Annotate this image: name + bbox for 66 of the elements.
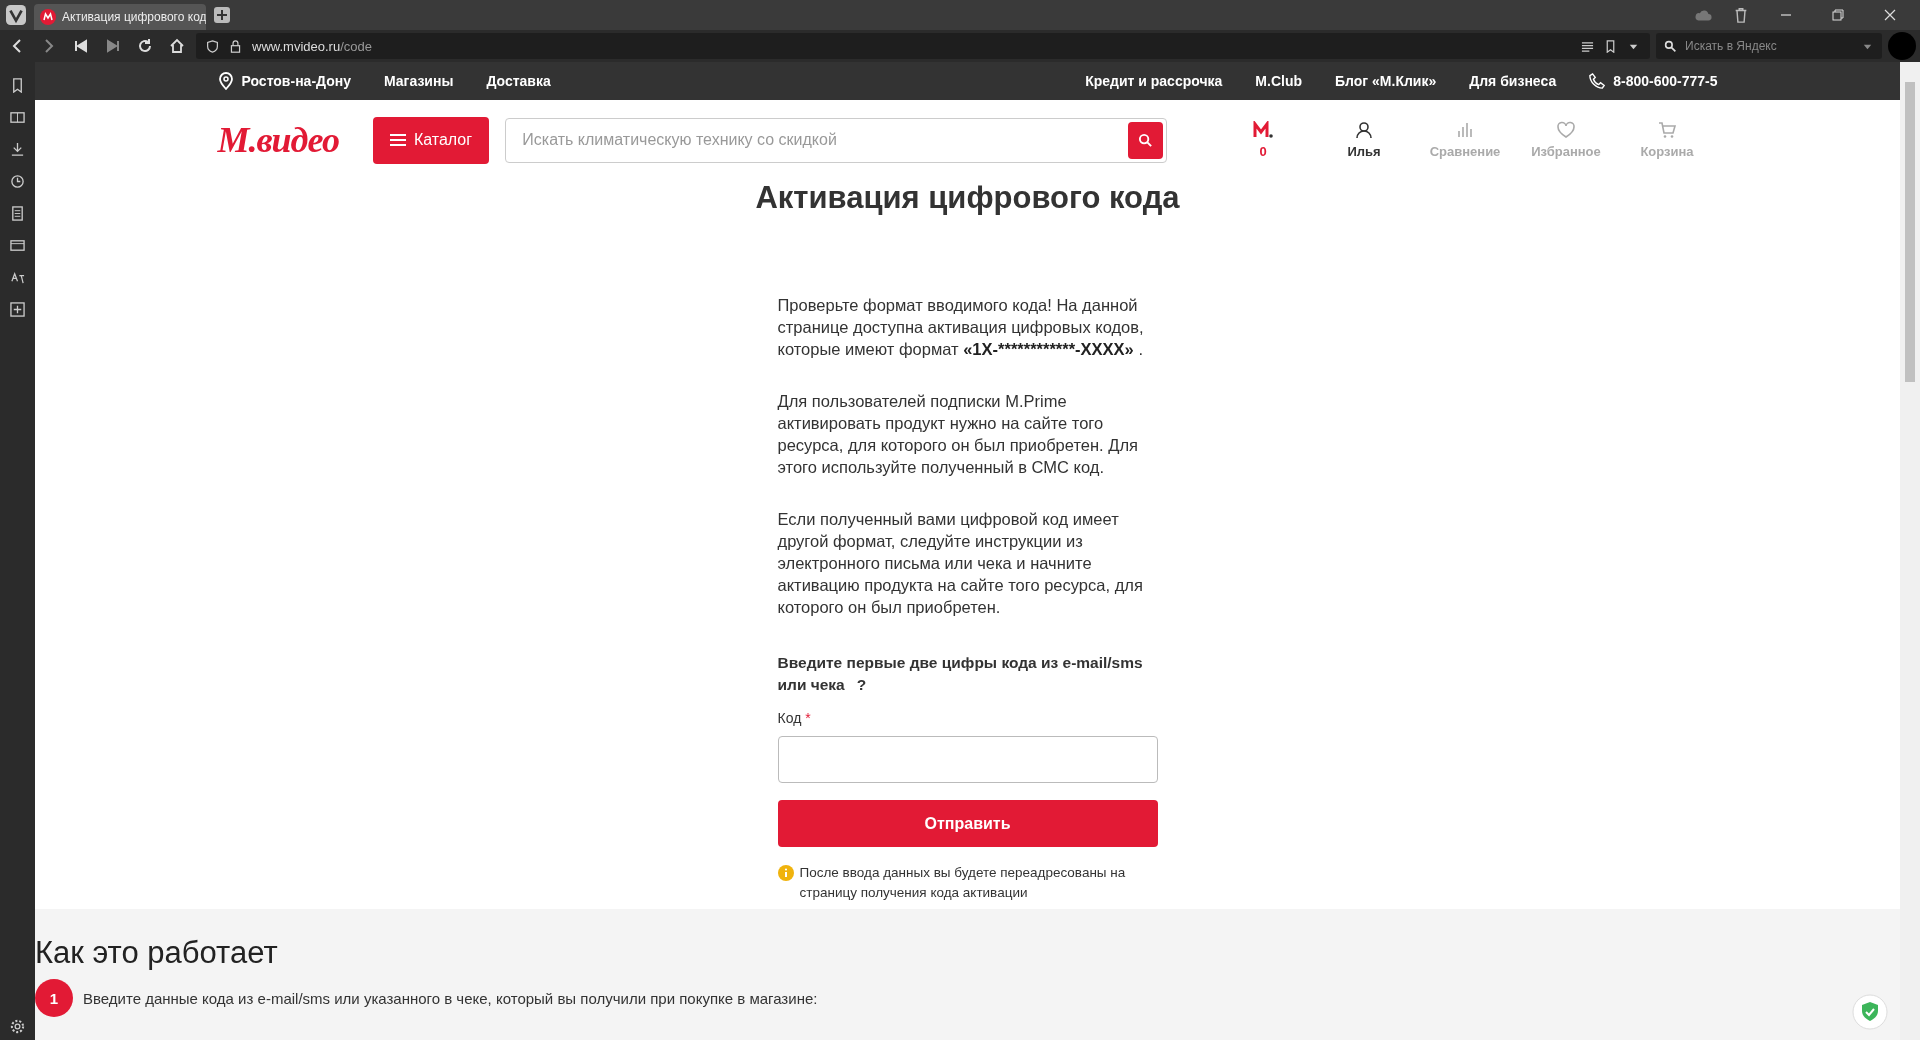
rewind-icon[interactable] <box>73 38 89 54</box>
reload-icon[interactable] <box>137 38 153 54</box>
web-search-bar[interactable]: Искать в Яндекс <box>1656 33 1882 59</box>
settings-icon[interactable] <box>10 1019 25 1034</box>
bar-chart-icon <box>1455 121 1475 139</box>
step-text: Введите данные кода из e-mail/sms или указанного в чеке, который вы получили при покупке в магазине: <box>83 989 818 1007</box>
reading-list-icon[interactable] <box>10 110 25 125</box>
info-paragraph: Для пользователей подписки M.Prime активировать продукт нужно на сайте того ресурса, для которого он был приобретен. Для этого используйте полученный в СМС код. <box>777 391 1139 478</box>
shield-check-icon[interactable] <box>1852 994 1888 1030</box>
step-number: 1 <box>35 979 73 1017</box>
site-favicon-icon <box>40 9 56 25</box>
home-icon[interactable] <box>169 38 185 54</box>
user-icon <box>1354 121 1374 139</box>
download-icon[interactable] <box>10 142 25 157</box>
site-logo[interactable]: М.видео <box>217 119 373 161</box>
notes-icon[interactable] <box>10 206 25 221</box>
reader-view-icon[interactable] <box>1581 39 1594 53</box>
translate-icon[interactable] <box>10 270 25 285</box>
city-link[interactable]: Ростов-на-Дону <box>217 72 351 90</box>
fast-forward-icon[interactable] <box>105 38 121 54</box>
bookmark-icon[interactable] <box>10 78 25 93</box>
web-search-field[interactable]: Искать в Яндекс <box>1683 38 1855 54</box>
top-nav-link[interactable]: Доставка <box>486 73 551 89</box>
cloud-icon[interactable] <box>1694 7 1712 23</box>
field-label: Код <box>777 710 802 726</box>
search-icon <box>1664 39 1677 53</box>
phone-link[interactable]: 8-800-600-777-5 <box>1589 72 1718 90</box>
browser-logo-icon[interactable] <box>6 5 26 25</box>
info-paragraph: Проверьте формат вводимого кода! На данной странице доступна активация цифровых кодов, которые имеют формат «1X-************-XXXX» . <box>777 295 1145 360</box>
new-tab-icon[interactable] <box>214 7 230 23</box>
add-panel-icon[interactable] <box>10 302 25 317</box>
top-nav-link[interactable]: Магазины <box>384 73 454 89</box>
submit-button[interactable]: Отправить <box>777 800 1158 847</box>
menu-icon <box>389 134 406 146</box>
restore-icon[interactable] <box>1832 9 1844 21</box>
scrollbar[interactable] <box>1900 62 1920 1040</box>
page-title: Активация цифрового кода <box>754 180 1181 216</box>
top-nav-link[interactable]: Кредит и рассрочка <box>1085 73 1223 89</box>
browser-tab[interactable]: Активация цифрового код <box>34 4 206 30</box>
redirect-note: После ввода данных вы будете переадресованы на страницу получения кода активации <box>799 864 1127 902</box>
lock-icon <box>229 39 242 53</box>
catalog-button[interactable]: Каталог <box>372 116 490 164</box>
search-icon <box>1137 132 1153 148</box>
history-icon[interactable] <box>10 174 25 189</box>
code-input-field[interactable] <box>777 736 1158 783</box>
form-question: Введите первые две цифры кода из e-mail/sms или чека ? <box>777 653 1144 695</box>
close-icon[interactable] <box>1884 9 1896 21</box>
product-search-field[interactable]: Искать климатическую технику со скидкой <box>505 117 1167 163</box>
top-nav-link[interactable]: Для бизнеса <box>1469 73 1557 89</box>
top-nav-link[interactable]: M.Club <box>1255 73 1302 89</box>
window-icon[interactable] <box>10 238 25 253</box>
header-action-link[interactable]: 0 <box>1212 121 1314 159</box>
location-pin-icon <box>217 72 234 90</box>
m-letter-icon <box>1253 121 1273 139</box>
section-title: Как это работает <box>35 935 279 971</box>
phone-icon <box>1589 72 1606 90</box>
info-paragraph: Если полученный вами цифровой код имеет другой формат, следуйте инструкции из электронного письма или чека и начните активацию продукта на сайте того ресурса, для которого он был приобретен. <box>777 509 1144 618</box>
address-field[interactable]: www.mvideo.ru/code <box>196 33 1650 59</box>
top-nav-link[interactable]: Блог «М.Клик» <box>1335 73 1437 89</box>
shield-icon <box>206 39 219 53</box>
header-action-link[interactable]: Илья <box>1313 121 1415 159</box>
bookmark-icon[interactable] <box>1604 39 1617 53</box>
heart-icon <box>1556 121 1576 139</box>
required-mark: * <box>805 710 811 726</box>
cart-icon <box>1657 121 1677 139</box>
info-icon <box>777 865 794 881</box>
